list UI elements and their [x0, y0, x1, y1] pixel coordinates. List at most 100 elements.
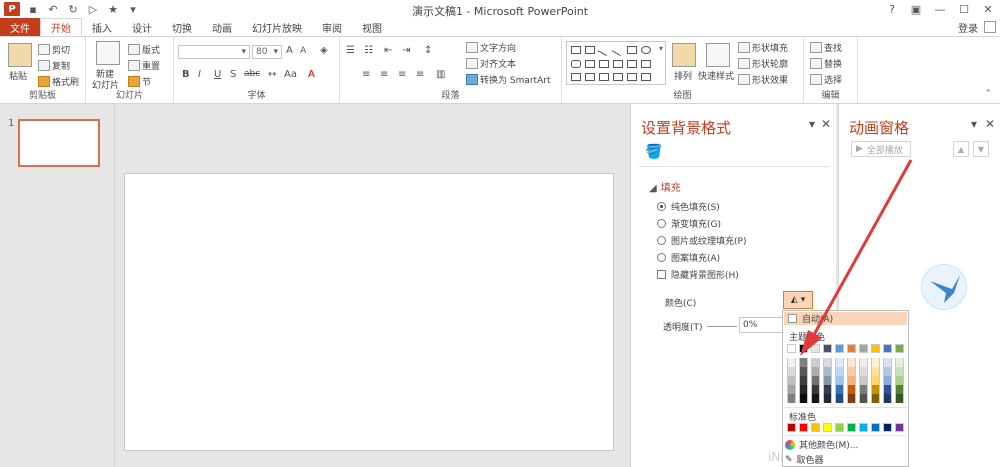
- theme-shade-swatch[interactable]: [811, 367, 820, 376]
- account-icon[interactable]: [984, 21, 996, 33]
- close-button[interactable]: ✕: [976, 0, 1000, 18]
- theme-shade-swatch[interactable]: [823, 358, 832, 367]
- new-slide-icon[interactable]: [96, 41, 120, 65]
- tab-animations[interactable]: 动画: [202, 18, 242, 36]
- find-button[interactable]: 查找: [810, 41, 842, 54]
- line-shape-icon[interactable]: [597, 44, 611, 56]
- shape-outline-button[interactable]: 形状轮廓: [738, 57, 788, 70]
- eyedropper-option[interactable]: ✎ 取色器: [785, 453, 824, 467]
- align-center-icon[interactable]: ≡: [380, 69, 388, 80]
- tab-insert[interactable]: 插入: [82, 18, 122, 36]
- theme-color-swatch[interactable]: [883, 344, 892, 353]
- theme-shade-swatch[interactable]: [859, 358, 868, 367]
- slide-canvas[interactable]: [124, 173, 614, 451]
- gradient-fill-radio[interactable]: [657, 219, 666, 228]
- clear-format-icon[interactable]: ◈: [320, 45, 328, 56]
- numbering-icon[interactable]: ☷: [364, 45, 373, 56]
- tab-transitions[interactable]: 切换: [162, 18, 202, 36]
- theme-shade-swatch[interactable]: [787, 367, 796, 376]
- pattern-fill-radio[interactable]: [657, 253, 666, 262]
- star-shape-icon[interactable]: [641, 73, 651, 81]
- sign-in-link[interactable]: 登录: [958, 20, 978, 35]
- gradient-fill-option[interactable]: 渐变填充(G): [657, 217, 721, 230]
- slide-thumbnail[interactable]: [18, 119, 100, 167]
- picture-fill-radio[interactable]: [657, 236, 666, 245]
- theme-shade-swatch[interactable]: [847, 358, 856, 367]
- theme-shade-swatch[interactable]: [847, 394, 856, 403]
- cut-button[interactable]: 剪切: [38, 43, 70, 56]
- smartart-button[interactable]: 转换为 SmartArt: [466, 73, 550, 86]
- ani-pane-close-icon[interactable]: ✕: [985, 117, 995, 131]
- color-picker-button[interactable]: ◭ ▾: [783, 291, 813, 309]
- shape-fill-button[interactable]: 形状填充: [738, 41, 788, 54]
- theme-shade-swatch[interactable]: [811, 376, 820, 385]
- theme-shade-swatch[interactable]: [787, 394, 796, 403]
- rectangle-shape-icon[interactable]: [571, 46, 581, 54]
- grow-font-button[interactable]: A: [286, 45, 293, 56]
- select-button[interactable]: 选择: [810, 73, 842, 86]
- theme-shade-swatch[interactable]: [835, 367, 844, 376]
- theme-shade-swatch[interactable]: [895, 358, 904, 367]
- theme-shade-swatch[interactable]: [895, 385, 904, 394]
- paint-bucket-icon[interactable]: 🪣: [645, 144, 662, 160]
- tab-design[interactable]: 设计: [122, 18, 162, 36]
- right-arrow-icon[interactable]: [627, 60, 637, 68]
- undo-icon[interactable]: ↶: [46, 2, 60, 16]
- customize-qat-icon[interactable]: ▾: [126, 2, 140, 16]
- bullets-icon[interactable]: ☰: [346, 45, 355, 56]
- standard-color-swatch[interactable]: [799, 423, 808, 432]
- theme-shade-swatch[interactable]: [799, 385, 808, 394]
- line-spacing-icon[interactable]: ↕: [424, 45, 432, 56]
- theme-shade-swatch[interactable]: [883, 367, 892, 376]
- standard-color-swatch[interactable]: [871, 423, 880, 432]
- brace-right-icon[interactable]: [627, 73, 637, 81]
- theme-shade-swatch[interactable]: [895, 394, 904, 403]
- standard-color-swatch[interactable]: [895, 423, 904, 432]
- theme-color-swatch[interactable]: [871, 344, 880, 353]
- justify-icon[interactable]: ≡: [416, 69, 424, 80]
- brace-left-icon[interactable]: [613, 73, 623, 81]
- shapes-gallery[interactable]: ▾: [566, 41, 666, 85]
- minimize-button[interactable]: —: [928, 0, 952, 18]
- theme-shade-swatch[interactable]: [859, 367, 868, 376]
- strikethrough-button[interactable]: abc: [244, 69, 260, 79]
- tab-view[interactable]: 视图: [352, 18, 392, 36]
- move-up-button[interactable]: ▲: [953, 141, 969, 157]
- rounded-rect-shape-icon[interactable]: [571, 60, 581, 68]
- theme-shade-swatch[interactable]: [871, 358, 880, 367]
- textbox-shape-icon[interactable]: [585, 46, 595, 54]
- pane-options-icon[interactable]: ▾: [809, 117, 815, 131]
- theme-shade-swatch[interactable]: [871, 385, 880, 394]
- collapse-ribbon-icon[interactable]: ⌃: [984, 89, 992, 99]
- transparency-slider[interactable]: [707, 326, 737, 327]
- theme-shade-swatch[interactable]: [799, 358, 808, 367]
- standard-color-swatch[interactable]: [823, 423, 832, 432]
- fill-section-header[interactable]: ◢ 填充: [649, 179, 681, 194]
- picture-fill-option[interactable]: 图片或纹理填充(P): [657, 234, 746, 247]
- shrink-font-button[interactable]: A: [300, 46, 306, 56]
- theme-color-swatch[interactable]: [859, 344, 868, 353]
- theme-shade-swatch[interactable]: [871, 394, 880, 403]
- theme-shade-swatch[interactable]: [883, 394, 892, 403]
- paste-button[interactable]: 粘贴: [9, 69, 27, 82]
- arrow-shape-icon[interactable]: [611, 44, 625, 56]
- theme-shade-swatch[interactable]: [871, 376, 880, 385]
- transparency-input[interactable]: 0%: [739, 317, 783, 333]
- theme-shade-swatch[interactable]: [835, 358, 844, 367]
- theme-shade-swatch[interactable]: [871, 367, 880, 376]
- theme-shade-swatch[interactable]: [883, 358, 892, 367]
- tab-review[interactable]: 审阅: [312, 18, 352, 36]
- pane-close-icon[interactable]: ✕: [821, 117, 831, 131]
- theme-color-swatch[interactable]: [823, 344, 832, 353]
- star-icon[interactable]: ★: [106, 2, 120, 16]
- theme-color-swatch[interactable]: [799, 344, 808, 353]
- theme-shade-swatch[interactable]: [799, 394, 808, 403]
- quick-styles-button[interactable]: 快速样式: [698, 69, 734, 82]
- paste-icon[interactable]: [8, 43, 32, 67]
- theme-color-swatch[interactable]: [847, 344, 856, 353]
- theme-shade-swatch[interactable]: [787, 358, 796, 367]
- pattern-fill-option[interactable]: 图案填充(A): [657, 251, 720, 264]
- theme-shade-swatch[interactable]: [847, 367, 856, 376]
- change-case-button[interactable]: Aa: [284, 69, 297, 80]
- hide-graphics-option[interactable]: 隐藏背景图形(H): [657, 268, 739, 281]
